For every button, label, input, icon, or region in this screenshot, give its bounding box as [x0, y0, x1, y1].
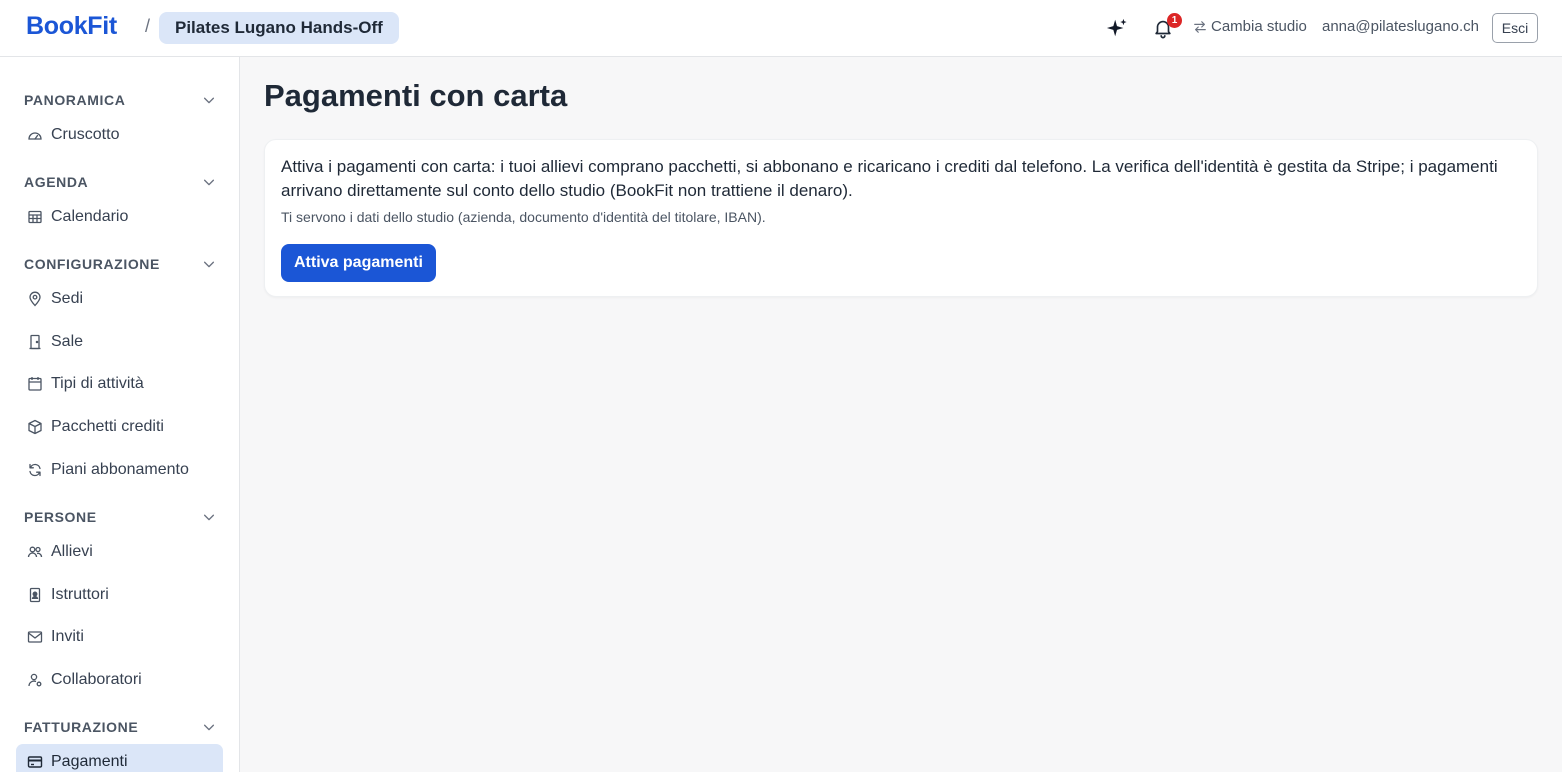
sidebar-item-inviti[interactable]: Inviti [16, 619, 223, 655]
card-payments-setup: Attiva i pagamenti con carta: i tuoi all… [264, 139, 1538, 297]
sidebar-item-label: Allievi [51, 543, 93, 560]
badge-icon [27, 587, 43, 603]
user-cog-icon [27, 672, 43, 688]
section-title: AGENDA [24, 174, 89, 190]
sidebar-item-label: Pagamenti [51, 753, 128, 770]
sidebar-item-label: Pacchetti crediti [51, 418, 164, 435]
page-title: Pagamenti con carta [264, 78, 568, 113]
sparkles-icon [1106, 18, 1127, 37]
chevron-down-icon [203, 724, 215, 731]
sidebar-item-pacchetti-crediti[interactable]: Pacchetti crediti [16, 409, 223, 445]
card-hint: Ti servono i dati dello studio (azienda,… [281, 209, 766, 225]
logout-button[interactable]: Esci [1492, 13, 1538, 43]
ai-assistant-button[interactable] [1104, 14, 1130, 42]
sidebar-item-sedi[interactable]: Sedi [16, 281, 223, 317]
section-header-panoramica[interactable]: PANORAMICA [24, 90, 216, 110]
sidebar-item-allievi[interactable]: Allievi [16, 534, 223, 570]
sidebar-item-label: Istruttori [51, 586, 109, 603]
door-icon [27, 334, 43, 350]
section-title: FATTURAZIONE [24, 719, 139, 735]
brand-logo[interactable]: BookFit [26, 12, 117, 41]
notifications-button[interactable]: 1 [1150, 13, 1182, 42]
user-email: anna@pilateslugano.ch [1322, 18, 1480, 35]
studio-selector[interactable]: Pilates Lugano Hands-Off [159, 12, 399, 44]
calendar-icon [27, 376, 43, 392]
swap-arrows-icon [1194, 20, 1206, 33]
chevron-down-icon [203, 514, 215, 521]
users-icon [27, 544, 43, 560]
switch-studio-label: Cambia studio [1211, 18, 1307, 35]
notification-badge: 1 [1167, 13, 1182, 28]
sidebar-item-tipi-attivita[interactable]: Tipi di attività [16, 366, 223, 402]
chevron-down-icon [203, 97, 215, 104]
switch-studio-link[interactable]: Cambia studio [1193, 18, 1307, 35]
sidebar-item-label: Piani abbonamento [51, 461, 189, 478]
sidebar-item-piani-abbonamento[interactable]: Piani abbonamento [16, 452, 223, 488]
sidebar-item-label: Sedi [51, 290, 84, 307]
package-icon [27, 419, 43, 435]
calendar-grid-icon [27, 209, 43, 225]
chevron-down-icon [203, 261, 215, 268]
sidebar-item-pagamenti[interactable]: Pagamenti [16, 744, 223, 772]
section-title: CONFIGURAZIONE [24, 256, 160, 272]
dashboard-icon [27, 127, 43, 143]
sidebar-item-label: Sale [51, 333, 84, 350]
studio-name: Pilates Lugano Hands-Off [175, 18, 383, 37]
section-header-configurazione[interactable]: CONFIGURAZIONE [24, 254, 216, 274]
refresh-icon [27, 462, 43, 478]
sidebar-item-label: Cruscotto [51, 126, 120, 143]
activate-payments-button[interactable]: Attiva pagamenti [281, 244, 436, 282]
sidebar-item-calendario[interactable]: Calendario [16, 199, 223, 235]
sidebar-item-label: Collaboratori [51, 671, 142, 688]
section-header-fatturazione[interactable]: FATTURAZIONE [24, 717, 216, 737]
section-title: PANORAMICA [24, 92, 126, 108]
breadcrumb-separator: / [145, 16, 151, 36]
map-pin-icon [27, 291, 43, 307]
card-description: Attiva i pagamenti con carta: i tuoi all… [281, 157, 1498, 200]
sidebar-item-sale[interactable]: Sale [16, 324, 223, 360]
sidebar-item-istruttori[interactable]: Istruttori [16, 577, 223, 613]
sidebar-item-label: Inviti [51, 628, 84, 645]
sidebar-item-label: Tipi di attività [51, 375, 144, 392]
sidebar: PANORAMICA Cruscotto AGENDA Calendario C… [0, 57, 240, 772]
section-header-persone[interactable]: PERSONE [24, 507, 216, 527]
credit-card-icon [27, 754, 43, 770]
section-title: PERSONE [24, 509, 97, 525]
sidebar-item-cruscotto[interactable]: Cruscotto [16, 117, 223, 153]
sidebar-item-label: Calendario [51, 208, 129, 225]
top-bar: BookFit / Pilates Lugano Hands-Off 1 Cam… [0, 0, 1562, 57]
section-header-agenda[interactable]: AGENDA [24, 172, 216, 192]
sidebar-item-collaboratori[interactable]: Collaboratori [16, 662, 223, 698]
chevron-down-icon [203, 179, 215, 186]
mail-icon [27, 629, 43, 645]
